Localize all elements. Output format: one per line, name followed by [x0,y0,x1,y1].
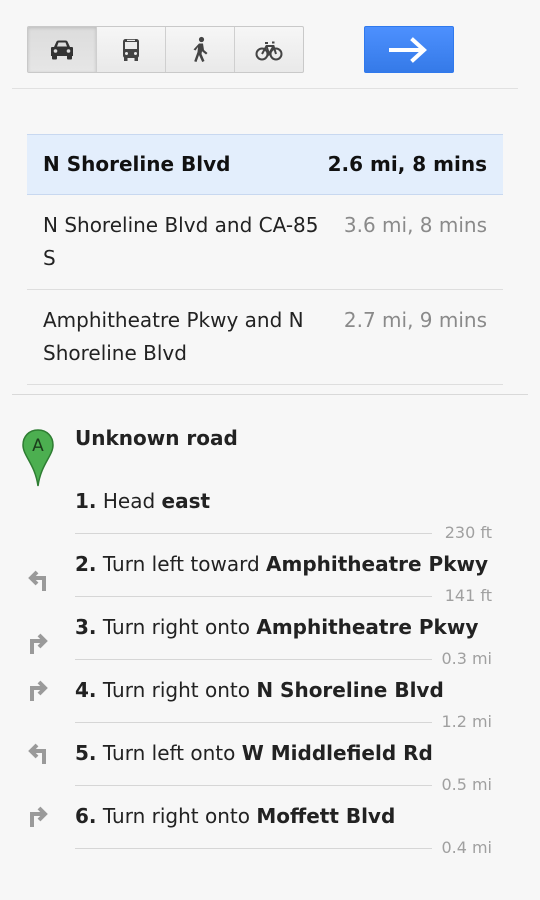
direction-step-3[interactable]: 3. Turn right onto Amphitheatre Pkwy 0.3… [0,608,540,671]
car-icon [51,40,73,59]
step-target: east [161,489,211,513]
step-instruction: Turn left onto [96,741,242,765]
route-option-3[interactable]: Amphitheatre Pkwy and N Shoreline Blvd 2… [27,290,503,385]
direction-step-2[interactable]: 2. Turn left toward Amphitheatre Pkwy 14… [0,545,540,608]
route-distance-time: 2.7 mi, 9 mins [343,308,487,332]
step-distance: 141 ft [444,586,492,605]
directions-steps: 1. Head east 230 ft 2. Turn left toward … [0,486,540,860]
direction-step-6[interactable]: 6. Turn right onto Moffett Blvd 0.4 mi [0,797,540,860]
step-instruction: Turn right onto [96,615,257,639]
step-target: W Middlefield Rd [241,741,433,765]
mode-bicycling-button[interactable] [235,27,303,72]
step-distance: 0.5 mi [441,775,492,794]
divider [75,848,432,849]
direction-step-5[interactable]: 5. Turn left onto W Middlefield Rd 0.5 m… [0,734,540,797]
start-marker-icon: A [22,429,54,487]
get-directions-button[interactable] [364,26,454,73]
step-number: 4. [75,678,97,702]
mode-walking-button[interactable] [166,27,235,72]
divider [75,596,432,597]
step-instruction: Turn right onto [96,804,257,828]
step-instruction: Turn right onto [96,678,257,702]
route-distance-time: 2.6 mi, 8 mins [327,152,487,176]
divider [12,88,518,89]
mode-driving-button[interactable] [28,27,97,72]
direction-step-1[interactable]: 1. Head east 230 ft [0,486,540,545]
route-distance-time: 3.6 mi, 8 mins [343,213,487,237]
travel-mode-selector [27,26,304,73]
step-number: 3. [75,615,97,639]
step-number: 5. [75,741,97,765]
bus-icon [123,38,139,61]
step-distance: 0.4 mi [441,838,492,857]
bike-icon [255,41,283,60]
route-options-list: N Shoreline Blvd 2.6 mi, 8 mins N Shorel… [27,134,503,385]
divider [75,659,432,660]
route-name: Amphitheatre Pkwy and N Shoreline Blvd [43,308,304,365]
step-target: Amphitheatre Pkwy [256,615,479,639]
step-distance: 1.2 mi [441,712,492,731]
step-distance: 230 ft [444,523,492,542]
step-number: 1. [75,489,97,513]
mode-transit-button[interactable] [97,27,166,72]
step-number: 6. [75,804,97,828]
start-marker-label: A [32,436,44,456]
route-option-1[interactable]: N Shoreline Blvd 2.6 mi, 8 mins [27,134,503,195]
divider [75,785,432,786]
step-instruction: Head [96,489,162,513]
step-target: N Shoreline Blvd [256,678,444,702]
step-instruction: Turn left toward [96,552,266,576]
route-option-2[interactable]: N Shoreline Blvd and CA-85 S 3.6 mi, 8 m… [27,195,503,290]
arrow-right-icon [389,36,427,63]
start-road-name: Unknown road [75,426,238,450]
step-number: 2. [75,552,97,576]
step-distance: 0.3 mi [441,649,492,668]
divider [12,394,528,395]
walk-icon [193,36,208,62]
step-target: Moffett Blvd [256,804,396,828]
route-name: N Shoreline Blvd [43,152,231,176]
direction-step-4[interactable]: 4. Turn right onto N Shoreline Blvd 1.2 … [0,671,540,734]
step-target: Amphitheatre Pkwy [266,552,489,576]
divider [75,533,432,534]
divider [75,722,432,723]
route-name: N Shoreline Blvd and CA-85 S [43,213,319,270]
